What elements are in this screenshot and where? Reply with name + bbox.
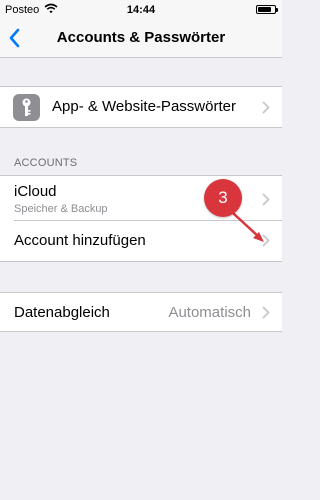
icloud-label: iCloud — [14, 183, 57, 200]
add-account-row[interactable]: Account hinzufügen — [0, 221, 282, 261]
icloud-subtitle: Speicher & Backup — [14, 203, 108, 215]
fetch-group: Datenabgleich Automatisch — [0, 292, 282, 332]
passwords-group: App- & Website-Passwörter — [0, 86, 282, 128]
battery-fill — [258, 7, 271, 12]
fetch-label: Datenabgleich — [14, 304, 110, 321]
page-title: Accounts & Passwörter — [56, 29, 226, 46]
fetch-row[interactable]: Datenabgleich Automatisch — [0, 293, 282, 331]
chevron-right-icon — [262, 234, 270, 247]
chevron-right-icon — [262, 193, 270, 206]
passwords-row[interactable]: App- & Website-Passwörter — [0, 87, 282, 127]
navigation-bar: Accounts & Passwörter — [0, 20, 282, 58]
status-time: 14:44 — [126, 4, 156, 16]
key-icon — [13, 94, 40, 121]
accounts-section-header: ACCOUNTS — [14, 157, 78, 169]
fetch-value: Automatisch — [168, 304, 251, 321]
chevron-right-icon — [262, 306, 270, 319]
status-bar: Posteo 14:44 — [0, 0, 282, 20]
battery-icon — [256, 5, 278, 14]
step-number-badge: 3 — [204, 179, 242, 217]
chevron-right-icon — [262, 101, 270, 114]
add-account-label: Account hinzufügen — [14, 232, 146, 249]
passwords-row-label: App- & Website-Passwörter — [52, 98, 236, 115]
